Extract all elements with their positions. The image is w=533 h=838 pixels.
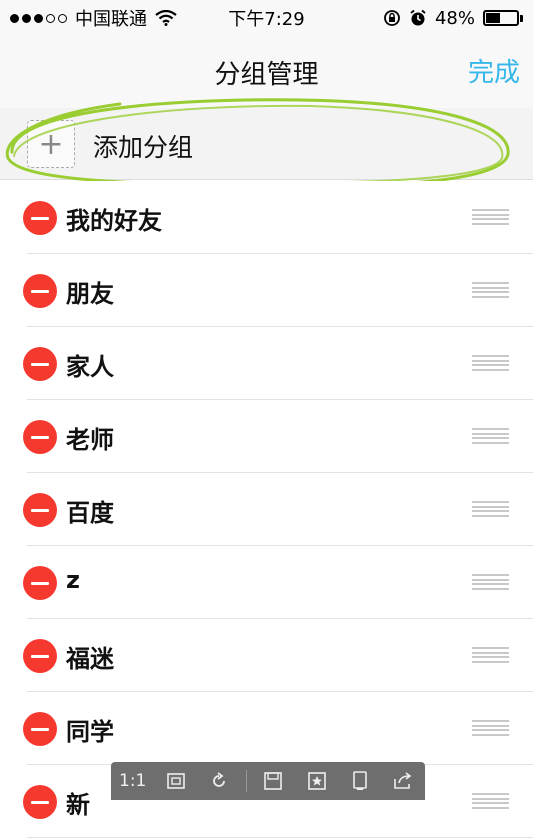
group-row[interactable]: 福迷 <box>0 619 533 692</box>
delete-group-button[interactable] <box>23 639 57 673</box>
navigation-bar: 分组管理 完成 <box>0 36 533 108</box>
share-icon <box>394 772 412 789</box>
group-row[interactable]: 我的好友 <box>0 181 533 254</box>
group-name: 家人 <box>66 353 114 381</box>
share-button[interactable] <box>386 766 420 796</box>
minus-icon <box>31 435 49 439</box>
delete-group-button[interactable] <box>23 493 57 527</box>
actual-size-button[interactable]: 1:1 <box>116 766 150 796</box>
fit-screen-icon <box>167 773 185 789</box>
rotation-lock-icon <box>384 10 400 26</box>
fit-screen-button[interactable] <box>159 766 193 796</box>
delete-group-button[interactable] <box>23 201 57 235</box>
reorder-handle-icon[interactable] <box>472 355 509 371</box>
delete-group-button[interactable] <box>23 420 57 454</box>
group-row[interactable]: 老师 <box>0 400 533 473</box>
group-name: 福迷 <box>66 645 114 673</box>
rotate-button[interactable] <box>202 766 236 796</box>
device-button[interactable] <box>343 766 377 796</box>
alarm-icon <box>410 9 426 26</box>
favorite-icon <box>307 772 326 790</box>
status-bar: 中国联通 下午7:29 48% <box>0 0 533 36</box>
favorite-button[interactable] <box>300 766 334 796</box>
reorder-handle-icon[interactable] <box>472 501 509 517</box>
minus-icon <box>31 508 49 512</box>
minus-icon <box>31 654 49 658</box>
add-group-label[interactable]: 添加分组 <box>93 128 193 164</box>
reorder-handle-icon[interactable] <box>472 647 509 663</box>
group-name: z <box>66 566 80 594</box>
reorder-handle-icon[interactable] <box>472 428 509 444</box>
group-row[interactable]: 朋友 <box>0 254 533 327</box>
group-name: 同学 <box>66 718 114 746</box>
delete-group-button[interactable] <box>23 785 57 819</box>
done-button[interactable]: 完成 <box>468 52 520 89</box>
minus-icon <box>31 581 49 585</box>
group-name: 新 <box>66 791 90 819</box>
group-name: 老师 <box>66 426 114 454</box>
actual-size-label: 1:1 <box>119 771 147 791</box>
add-group-row[interactable]: + 添加分组 <box>0 108 533 180</box>
group-name: 我的好友 <box>66 207 162 235</box>
battery-percent: 48% <box>434 7 475 29</box>
group-list: 我的好友朋友家人老师百度 z 福迷同学新 <box>0 181 533 838</box>
reorder-handle-icon[interactable] <box>472 209 509 225</box>
delete-group-button[interactable] <box>23 712 57 746</box>
minus-icon <box>31 800 49 804</box>
page-title: 分组管理 <box>214 60 319 90</box>
reorder-handle-icon[interactable] <box>472 574 509 590</box>
battery-icon <box>483 10 523 26</box>
status-left: 中国联通 <box>10 5 177 31</box>
minus-icon <box>31 362 49 366</box>
wifi-icon <box>155 10 177 26</box>
group-row[interactable]: z <box>0 546 533 619</box>
reorder-handle-icon[interactable] <box>472 282 509 298</box>
reorder-handle-icon[interactable] <box>472 793 509 809</box>
group-row[interactable]: 家人 <box>0 327 533 400</box>
delete-group-button[interactable] <box>23 347 57 381</box>
delete-group-button[interactable] <box>23 274 57 308</box>
save-button[interactable] <box>256 766 290 796</box>
group-name: 百度 <box>66 499 114 527</box>
add-group-plus-icon[interactable]: + <box>27 120 75 168</box>
group-row[interactable]: 同学 <box>0 692 533 765</box>
minus-icon <box>31 289 49 293</box>
reorder-handle-icon[interactable] <box>472 720 509 736</box>
carrier-name: 中国联通 <box>75 9 147 30</box>
status-right: 48% <box>383 8 523 29</box>
group-name: 朋友 <box>66 280 114 308</box>
signal-strength-icon <box>10 13 67 23</box>
image-viewer-toolbar: 1:1 <box>111 762 425 800</box>
minus-icon <box>31 727 49 731</box>
minus-icon <box>31 216 49 220</box>
device-icon <box>353 771 367 790</box>
save-icon <box>264 772 282 790</box>
group-row[interactable]: 百度 <box>0 473 533 546</box>
delete-group-button[interactable] <box>23 566 57 600</box>
rotate-icon <box>213 772 226 787</box>
toolbar-divider <box>245 770 247 792</box>
